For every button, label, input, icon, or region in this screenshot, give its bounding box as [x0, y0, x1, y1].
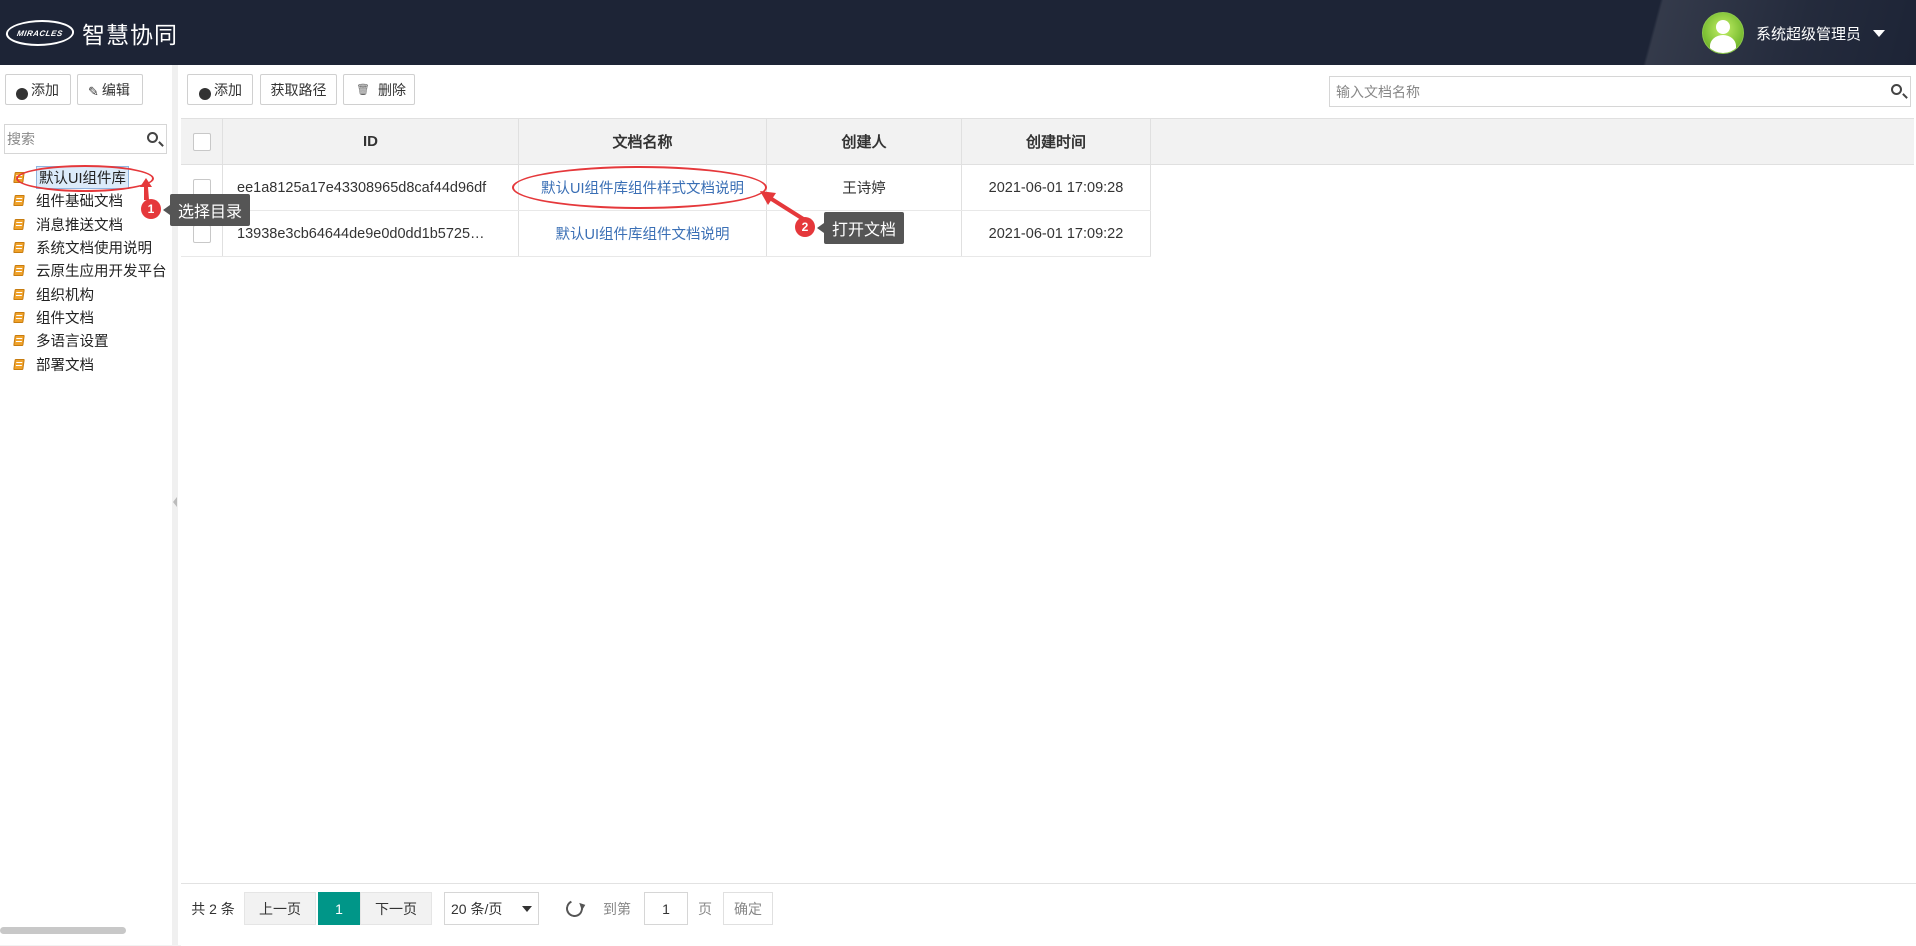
add-directory-button[interactable]: + 添加 [5, 74, 71, 105]
annotation-badge-2: 2 [795, 217, 815, 237]
user-menu[interactable]: 系统超级管理员 [1702, 12, 1886, 54]
current-page-button[interactable]: 1 [318, 892, 360, 925]
cell-created-time: 2021-06-01 17:09:22 [962, 211, 1151, 256]
delete-button[interactable]: 🗑 删除 [343, 74, 415, 105]
cell-name: 默认UI组件库组件文档说明 [519, 211, 767, 256]
add-document-button[interactable]: + 添加 [187, 74, 253, 105]
pagination-bar: 共 2 条 上一页 1 下一页 20 条/页 到第 1 页 确定 [181, 883, 1916, 946]
column-header-created-time[interactable]: 创建时间 [962, 119, 1151, 164]
book-icon [13, 195, 25, 207]
book-icon [13, 358, 25, 370]
edit-directory-label: 编辑 [101, 81, 130, 98]
annotation-ellipse-directory [16, 165, 154, 192]
pencil-icon: ✎ [88, 83, 99, 99]
tree-item[interactable]: 多语言设置 [13, 329, 167, 352]
total-count: 共 2 条 [191, 900, 235, 917]
table-header: ID 文档名称 创建人 创建时间 [181, 119, 1914, 165]
annotation-ellipse-document [512, 166, 767, 209]
book-icon [13, 242, 25, 254]
logo-mark: MIRACLES [3, 20, 77, 46]
app-title: 智慧协同 [82, 22, 178, 48]
avatar[interactable] [1702, 12, 1744, 54]
app-logo[interactable]: MIRACLES 智慧协同 [3, 18, 178, 48]
page-size-value: 20 条/页 [451, 900, 503, 917]
search-icon[interactable] [147, 132, 158, 143]
top-header: MIRACLES 智慧协同 系统超级管理员 [0, 0, 1916, 65]
next-page-button[interactable]: 下一页 [360, 892, 432, 925]
tree-item-label: 组件文档 [36, 310, 94, 327]
chevron-down-icon [522, 905, 532, 912]
annotation-tooltip-1: 选择目录 [162, 194, 251, 226]
tree-item-label: 组织机构 [36, 287, 94, 304]
get-path-label: 获取路径 [270, 81, 327, 98]
get-path-button[interactable]: 获取路径 [260, 74, 337, 105]
goto-label: 到第 [603, 900, 631, 917]
delete-label: 删除 [377, 81, 406, 98]
prev-page-button[interactable]: 上一页 [244, 892, 316, 925]
column-header-id[interactable]: ID [223, 119, 519, 164]
cell-created-time: 2021-06-01 17:09:28 [962, 165, 1151, 210]
add-directory-label: 添加 [31, 81, 59, 98]
book-icon [13, 218, 25, 230]
goto-page-input[interactable]: 1 [644, 892, 688, 925]
document-link[interactable]: 默认UI组件库组件文档说明 [556, 223, 730, 244]
tree-item-label: 组件基础文档 [36, 194, 123, 211]
row-checkbox[interactable] [192, 224, 211, 243]
book-icon [13, 335, 25, 347]
header-checkbox-cell [181, 119, 223, 164]
document-search [1329, 76, 1911, 107]
trash-icon: 🗑 [356, 84, 370, 96]
collapse-arrow-icon[interactable] [173, 497, 177, 507]
document-search-input[interactable] [1330, 78, 1876, 105]
directory-search-input[interactable] [5, 126, 137, 152]
annotation-badge-1: 1 [141, 199, 161, 219]
add-circle-icon: + [16, 87, 28, 100]
refresh-button[interactable] [559, 892, 589, 925]
column-header-name[interactable]: 文档名称 [519, 119, 767, 164]
tree-item-label: 部署文档 [36, 357, 94, 374]
refresh-icon [563, 897, 585, 920]
edit-directory-button[interactable]: ✎ 编辑 [77, 74, 143, 105]
select-all-checkbox[interactable] [192, 132, 211, 151]
directory-search [4, 124, 167, 154]
book-icon [13, 311, 25, 323]
column-header-creator[interactable]: 创建人 [767, 119, 962, 164]
chevron-down-icon[interactable] [1873, 29, 1886, 37]
tree-item-label: 云原生应用开发平台 [36, 264, 167, 281]
tree-item-label: 系统文档使用说明 [36, 241, 152, 258]
cell-id: 13938e3cb64644de9e0d0dd1b5725… [223, 211, 519, 256]
table-row[interactable]: 13938e3cb64644de9e0d0dd1b5725… 默认UI组件库组件… [181, 211, 1151, 257]
add-document-label: 添加 [214, 81, 242, 98]
tree-item[interactable]: 部署文档 [13, 352, 167, 375]
book-icon [13, 288, 25, 300]
tree-item[interactable]: 云原生应用开发平台 [13, 259, 167, 282]
page-unit-label: 页 [698, 900, 712, 917]
tree-item[interactable]: 系统文档使用说明 [13, 236, 167, 259]
document-table: ID 文档名称 创建人 创建时间 ee1a8125a17e43308965d8c… [181, 118, 1914, 257]
goto-confirm-button[interactable]: 确定 [723, 892, 773, 925]
search-icon[interactable] [1891, 84, 1902, 95]
annotation-tooltip-2: 打开文档 [816, 212, 905, 244]
page-size-select[interactable]: 20 条/页 [444, 892, 539, 925]
tree-item-label: 多语言设置 [36, 334, 109, 351]
tree-item[interactable]: 组件文档 [13, 306, 167, 329]
user-name[interactable]: 系统超级管理员 [1756, 23, 1861, 44]
sidebar-horizontal-scrollbar[interactable] [0, 927, 126, 934]
tree-item[interactable]: 组织机构 [13, 282, 167, 305]
tree-item-label: 消息推送文档 [36, 217, 123, 234]
book-icon [13, 265, 25, 277]
add-circle-icon: + [199, 87, 211, 100]
cell-id: ee1a8125a17e43308965d8caf44d96df [223, 165, 519, 210]
